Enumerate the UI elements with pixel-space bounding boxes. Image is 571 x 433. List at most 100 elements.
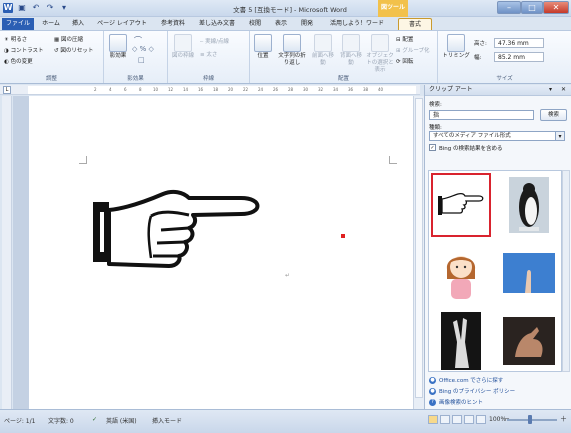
ruler-tick: 20 bbox=[228, 87, 234, 92]
ruler-tick: 30 bbox=[303, 87, 309, 92]
pointing-hand-image[interactable] bbox=[91, 188, 283, 272]
more-at-office-link[interactable]: ● Office.com でさらに探す bbox=[429, 376, 503, 384]
zoom-in-button[interactable]: ＋ bbox=[560, 414, 567, 424]
redo-icon[interactable]: ↷ bbox=[45, 3, 55, 13]
width-input[interactable]: 85.2 mm bbox=[494, 52, 544, 62]
tab-format[interactable]: 書式 bbox=[398, 18, 432, 30]
group-button[interactable]: ⊞ グループ化 bbox=[396, 46, 430, 54]
pane-options-icon[interactable]: ▾ bbox=[549, 85, 552, 95]
word-count[interactable]: 文字数: 0 bbox=[48, 416, 74, 425]
bing-checkbox-label: Bing の検索結果を含める bbox=[439, 146, 503, 152]
tab-insert[interactable]: 挿入 bbox=[68, 18, 88, 30]
tab-references[interactable]: 参考資料 bbox=[156, 18, 190, 30]
shadow-nudge-down-icon[interactable]: □ bbox=[138, 56, 145, 64]
tab-home[interactable]: ホーム bbox=[38, 18, 64, 30]
undo-icon[interactable]: ↶ bbox=[31, 3, 41, 13]
results-scrollbar[interactable] bbox=[562, 170, 570, 372]
paragraph-mark: ↵ bbox=[285, 272, 291, 279]
result-foot-xray[interactable] bbox=[431, 309, 491, 371]
draft-icon[interactable] bbox=[476, 415, 486, 424]
scroll-thumb[interactable] bbox=[415, 98, 423, 398]
zoom-slider-thumb[interactable] bbox=[528, 415, 532, 424]
compress-pictures-button[interactable]: ▦ 図の圧縮 bbox=[54, 35, 83, 43]
clip-art-pane: クリップ アート ▾ ✕ 検索: 指 検索 種類: すべてのメディア ファイル形… bbox=[424, 85, 571, 409]
tab-review[interactable]: 校閲 bbox=[244, 18, 266, 30]
height-input[interactable]: 47.36 mm bbox=[494, 38, 544, 48]
selection-pane-button[interactable]: オブジェクトの選択と表示 bbox=[366, 34, 394, 74]
ruler-tick: 4 bbox=[109, 87, 112, 92]
reset-picture-button[interactable]: ↺ 図のリセット bbox=[54, 46, 93, 54]
bing-checkbox[interactable]: ✓ bbox=[429, 144, 436, 151]
crop-button[interactable]: トリミング bbox=[442, 34, 470, 60]
tab-file[interactable]: ファイル bbox=[2, 18, 34, 30]
shadow-nudge-icons[interactable]: ◇ % ◇ bbox=[132, 45, 154, 53]
position-button[interactable]: 位置 bbox=[252, 34, 274, 60]
proofing-icon[interactable]: ✓ bbox=[92, 416, 97, 423]
tab-developer[interactable]: 開発 bbox=[296, 18, 318, 30]
wrap-text-button[interactable]: 文字列の折り返し bbox=[276, 34, 308, 67]
vertical-ruler[interactable] bbox=[2, 96, 12, 409]
rotate-button[interactable]: ⟳ 回転 bbox=[396, 57, 413, 65]
document-vertical-scrollbar[interactable] bbox=[413, 96, 424, 409]
word-logo-icon[interactable]: W bbox=[3, 3, 13, 13]
bing-privacy-link[interactable]: ● Bing のプライバシー ポリシー bbox=[429, 387, 515, 395]
pen-icon bbox=[174, 34, 192, 52]
pane-title: クリップ アート bbox=[429, 86, 473, 93]
picture-border-button[interactable]: 図の枠線 bbox=[170, 34, 196, 60]
search-input[interactable]: 指 bbox=[429, 110, 534, 120]
tab-katsuyou[interactable]: 活用しよう！ワード bbox=[322, 18, 392, 30]
customize-qat-icon[interactable]: ▾ bbox=[59, 3, 69, 13]
wrap-text-icon bbox=[283, 34, 301, 52]
tab-page-layout[interactable]: ページ レイアウト bbox=[92, 18, 152, 30]
title-bar: W ▣ ↶ ↷ ▾ 文書 5 [互換モード] - Microsoft Word … bbox=[0, 0, 571, 17]
width-label: 幅: bbox=[474, 55, 482, 61]
dash-type-button[interactable]: ┄ 実線/点線 bbox=[200, 37, 229, 45]
tab-selector-icon[interactable]: L bbox=[3, 86, 11, 94]
tab-view[interactable]: 表示 bbox=[270, 18, 292, 30]
margin-mark bbox=[389, 156, 397, 164]
media-type-select[interactable]: すべてのメディア ファイル形式 bbox=[429, 131, 556, 141]
insert-mode-indicator[interactable]: 挿入モード bbox=[152, 416, 182, 425]
contrast-button[interactable]: ◑ コントラスト bbox=[4, 46, 43, 54]
result-finger-sky[interactable] bbox=[499, 241, 559, 305]
close-button[interactable]: ✕ bbox=[543, 1, 569, 14]
result-pointing-hand[interactable] bbox=[431, 173, 491, 237]
full-screen-reading-icon[interactable] bbox=[440, 415, 450, 424]
maximize-button[interactable]: □ bbox=[521, 1, 543, 14]
bring-forward-button[interactable]: 前面へ移動 bbox=[310, 34, 336, 67]
pane-close-icon[interactable]: ✕ bbox=[561, 85, 566, 95]
ruler-tick: 26 bbox=[273, 87, 279, 92]
ruler-tick: 14 bbox=[183, 87, 189, 92]
chevron-down-icon[interactable]: ▾ bbox=[555, 131, 565, 141]
tab-mailings[interactable]: 差し込み文書 bbox=[194, 18, 240, 30]
horizontal-ruler[interactable]: 2 4 6 8 10 12 14 16 18 20 22 24 26 28 30… bbox=[28, 86, 416, 94]
bing-link-icon: ● bbox=[429, 387, 436, 395]
save-icon[interactable]: ▣ bbox=[17, 3, 27, 13]
hand-photo-thumb-icon bbox=[503, 317, 555, 365]
shadow-group: 影効果 ⌒ ◇ % ◇ □ 影効果 bbox=[104, 31, 168, 83]
border-group-label: 枠線 bbox=[202, 76, 214, 82]
document-page[interactable]: ↵ bbox=[29, 96, 413, 409]
selection-handle[interactable] bbox=[341, 234, 345, 238]
print-layout-icon[interactable] bbox=[428, 415, 438, 424]
search-button[interactable]: 検索 bbox=[540, 109, 567, 121]
language-indicator[interactable]: 英語 (米国) bbox=[106, 416, 137, 425]
outline-icon[interactable] bbox=[464, 415, 474, 424]
page-count[interactable]: ページ: 1/1 bbox=[4, 416, 35, 425]
result-penguin[interactable] bbox=[499, 173, 559, 237]
brightness-button[interactable]: ☀ 明るさ bbox=[4, 35, 27, 43]
search-tips-link[interactable]: ? 画像検索のヒント bbox=[429, 398, 483, 406]
recolor-button[interactable]: ◐ 色の変更 bbox=[4, 57, 33, 65]
ruler-tick: 22 bbox=[243, 87, 249, 92]
result-girl-thinking[interactable] bbox=[431, 241, 491, 305]
minimize-button[interactable]: – bbox=[497, 1, 521, 14]
weight-button[interactable]: ≡ 太さ bbox=[200, 50, 217, 58]
result-hand-photo[interactable] bbox=[499, 309, 559, 371]
send-backward-button[interactable]: 背面へ移動 bbox=[338, 34, 364, 67]
finger-sky-thumb-icon bbox=[503, 253, 555, 293]
web-layout-icon[interactable] bbox=[452, 415, 462, 424]
ruler-tick: 38 bbox=[363, 87, 369, 92]
align-button[interactable]: ⊟ 配置 bbox=[396, 35, 413, 43]
shadow-effects-button[interactable]: 影効果 bbox=[106, 34, 130, 60]
zoom-slider[interactable] bbox=[507, 419, 557, 421]
